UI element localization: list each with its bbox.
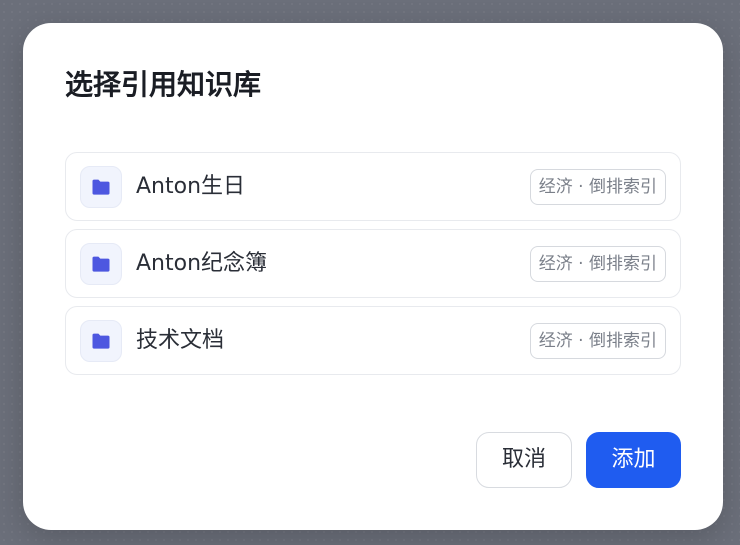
knowledge-base-tag: 经济 · 倒排索引: [529, 246, 666, 282]
folder-icon: [80, 166, 122, 208]
knowledge-base-tag: 经济 · 倒排索引: [529, 169, 666, 205]
knowledge-base-item-anton-birthday[interactable]: Anton生日 经济 · 倒排索引: [65, 152, 681, 221]
dialog-title: 选择引用知识库: [65, 68, 262, 101]
cancel-button[interactable]: 取消: [476, 432, 572, 488]
knowledge-base-item-anton-memorial[interactable]: Anton纪念簿 经济 · 倒排索引: [65, 229, 681, 298]
add-button[interactable]: 添加: [586, 432, 681, 488]
knowledge-base-name: Anton生日: [136, 174, 246, 199]
knowledge-base-name: 技术文档: [136, 328, 225, 353]
knowledge-base-list: Anton生日 经济 · 倒排索引 Anton纪念簿 经济 · 倒排索引 技术文…: [65, 152, 681, 383]
knowledge-base-tag: 经济 · 倒排索引: [529, 323, 666, 359]
knowledge-base-name: Anton纪念簿: [136, 251, 268, 276]
knowledge-base-item-tech-docs[interactable]: 技术文档 经济 · 倒排索引: [65, 306, 681, 375]
folder-icon: [80, 320, 122, 362]
folder-icon: [80, 243, 122, 285]
select-knowledge-base-dialog: 选择引用知识库 Anton生日 经济 · 倒排索引 Anton纪念簿 经济 · …: [23, 23, 723, 530]
